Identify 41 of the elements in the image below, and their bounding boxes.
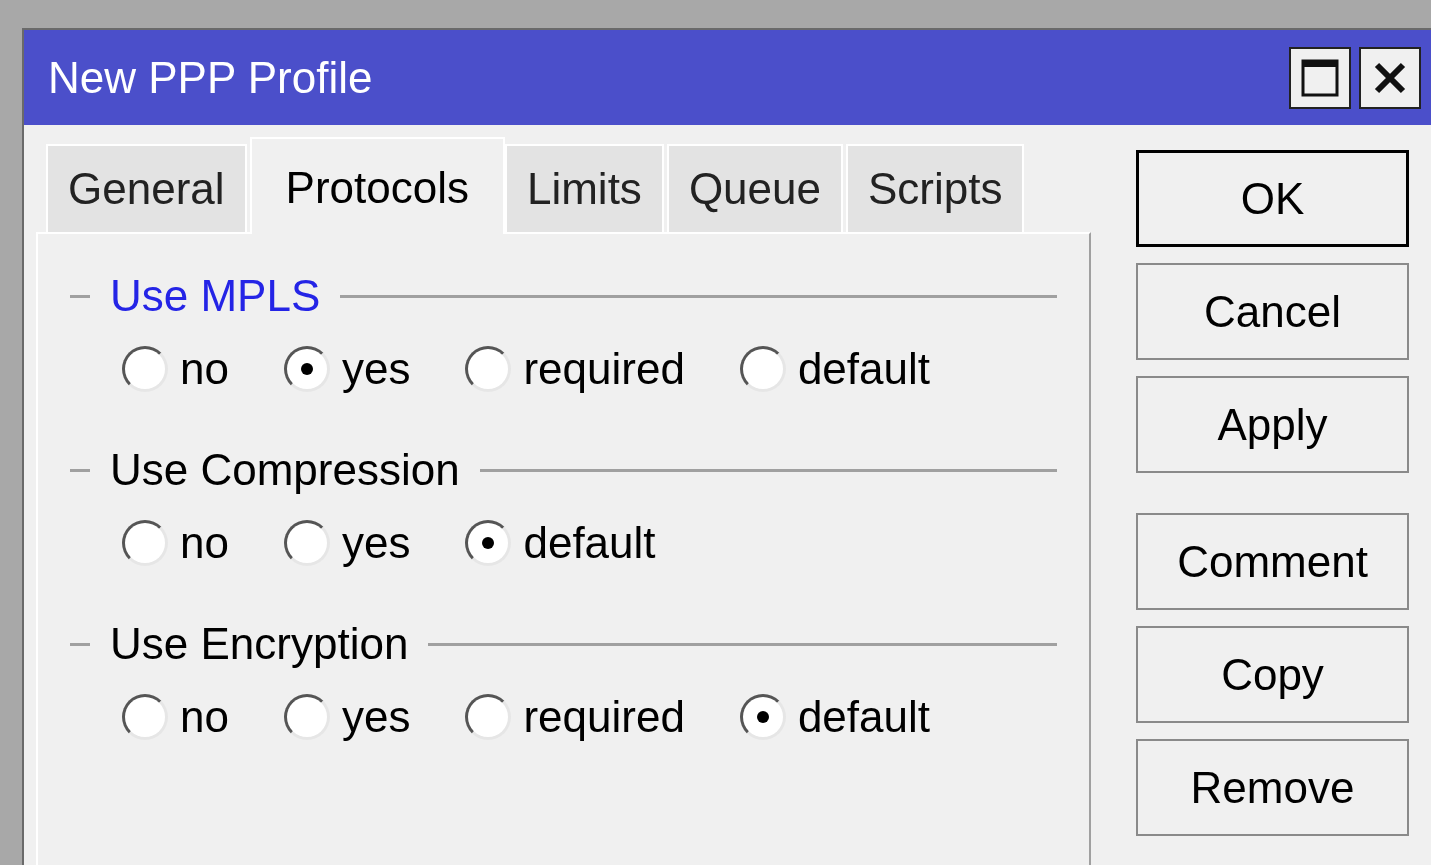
radio-option[interactable]: default xyxy=(739,684,930,750)
dialog-button[interactable]: Apply xyxy=(1136,376,1409,473)
radio-button[interactable] xyxy=(283,346,330,392)
maximize-button[interactable] xyxy=(1289,46,1351,109)
radio-button[interactable] xyxy=(465,346,512,392)
tab[interactable]: General xyxy=(46,144,247,232)
close-icon xyxy=(1373,60,1407,95)
dialog-button[interactable]: Cancel xyxy=(1136,263,1409,360)
maximize-icon xyxy=(1301,58,1339,97)
radio-option[interactable]: required xyxy=(465,684,685,750)
close-button[interactable] xyxy=(1359,46,1421,109)
radio-option[interactable]: yes xyxy=(283,510,411,576)
radio-button[interactable] xyxy=(122,694,168,740)
radio-option[interactable]: default xyxy=(739,336,930,402)
radio-option[interactable]: no xyxy=(122,336,229,402)
tab[interactable]: Protocols xyxy=(249,137,505,234)
dialog-button[interactable]: OK xyxy=(1136,150,1409,247)
dialog-button[interactable]: Copy xyxy=(1136,626,1409,723)
tab[interactable]: Limits xyxy=(504,144,664,232)
dialog-button[interactable]: Remove xyxy=(1136,739,1409,836)
radio-option[interactable]: no xyxy=(122,510,229,576)
group-title: Use MPLS xyxy=(110,270,321,322)
group-title: Use Compression xyxy=(110,444,460,496)
radio-button[interactable] xyxy=(465,694,512,740)
radio-option[interactable]: default xyxy=(465,510,656,576)
radio-button[interactable] xyxy=(122,520,168,566)
radio-option[interactable]: no xyxy=(122,684,229,750)
tab[interactable]: Queue xyxy=(666,144,843,232)
dialog-button[interactable]: Comment xyxy=(1136,513,1409,610)
radio-button[interactable] xyxy=(739,346,786,392)
radio-button[interactable] xyxy=(465,520,512,566)
radio-option[interactable]: yes xyxy=(283,336,411,402)
window-title: New PPP Profile xyxy=(48,51,373,104)
radio-option[interactable]: yes xyxy=(283,684,411,750)
radio-button[interactable] xyxy=(739,694,786,740)
radio-option[interactable]: required xyxy=(465,336,685,402)
tab[interactable]: Scripts xyxy=(846,144,1025,232)
radio-button[interactable] xyxy=(283,694,330,740)
radio-button[interactable] xyxy=(122,346,168,392)
group-title: Use Encryption xyxy=(110,618,409,670)
radio-button[interactable] xyxy=(283,520,330,566)
